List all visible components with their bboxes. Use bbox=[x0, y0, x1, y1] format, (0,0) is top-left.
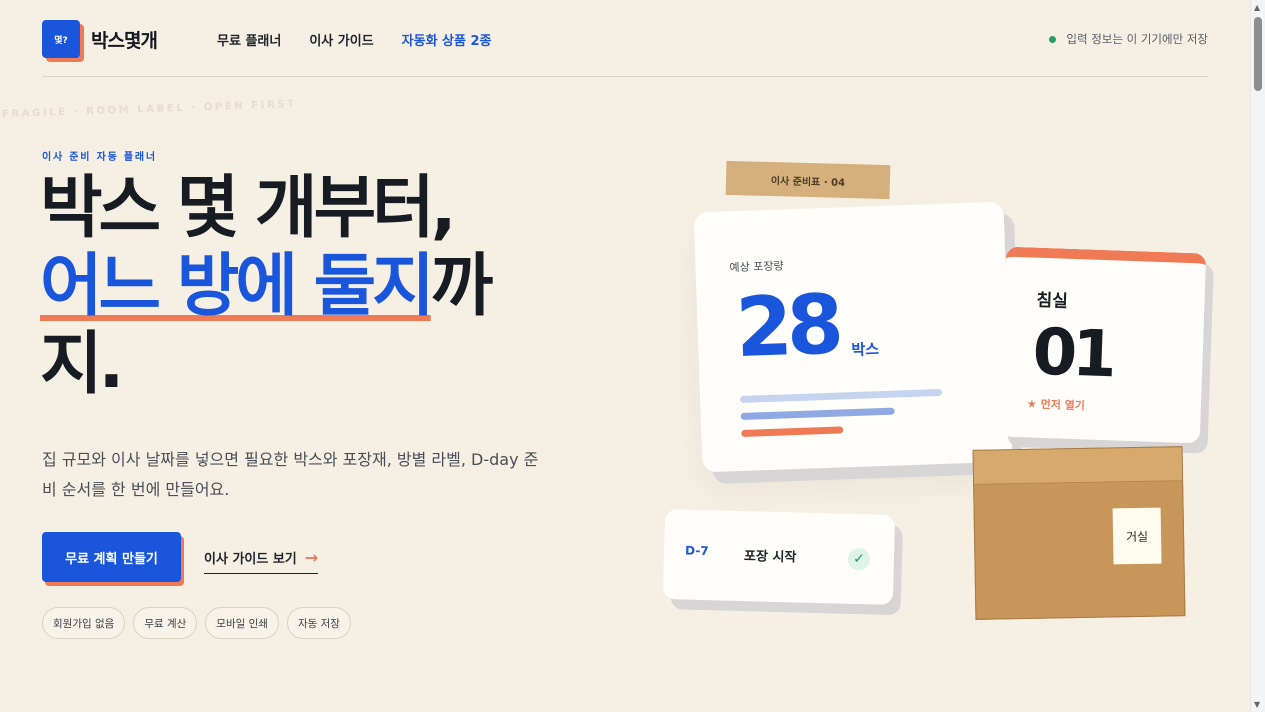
tape-label: 이사 준비표 · 04 bbox=[725, 160, 891, 200]
nav-free-planner[interactable]: 무료 플래너 bbox=[217, 30, 281, 49]
hero-description: 집 규모와 이사 날짜를 넣으면 필요한 박스와 포장재, 방별 라벨, D-d… bbox=[42, 450, 539, 499]
create-plan-button[interactable]: 무료 계획 만들기 bbox=[42, 532, 181, 582]
check-icon: ✓ bbox=[847, 547, 871, 571]
cardboard-box: 거실 bbox=[972, 446, 1186, 620]
open-first-badge: ★ 먼저 열기 bbox=[1026, 397, 1086, 413]
save-note-text: 입력 정보는 이 기기에만 저장 bbox=[1066, 32, 1208, 46]
logo-mark[interactable]: 몇? bbox=[42, 20, 80, 58]
task-dday: D-7 bbox=[684, 543, 709, 559]
estimate-label: 예상 포장량 bbox=[729, 259, 784, 275]
progress-bar-2 bbox=[740, 407, 895, 420]
watermark-text: FRAGILE · ROOM LABEL · OPEN FIRST bbox=[1, 98, 297, 121]
arrow-right-icon: → bbox=[304, 547, 319, 567]
box-room-label: 거실 bbox=[1112, 507, 1162, 565]
room-label-card: 침실 01 ★ 먼저 열기 bbox=[999, 246, 1207, 444]
nav-automation-products[interactable]: 자동화 상품 2종 bbox=[402, 30, 492, 49]
chip-no-signup: 회원가입 없음 bbox=[42, 607, 126, 639]
logo-text[interactable]: 박스몇개 bbox=[91, 26, 158, 53]
progress-bar-1 bbox=[739, 388, 943, 403]
hero-headline: 박스 몇 개부터, 어느 방에 둘지까지. bbox=[40, 170, 540, 404]
main-nav: 무료 플래너 이사 가이드 자동화 상품 2종 bbox=[217, 30, 492, 49]
progress-bar-3 bbox=[741, 426, 844, 437]
view-guide-link[interactable]: 이사 가이드 보기 → bbox=[204, 547, 319, 574]
local-save-note: 입력 정보는 이 기기에만 저장 bbox=[1049, 31, 1208, 47]
headline-line1: 박스 몇 개부터, bbox=[40, 169, 457, 248]
scroll-up-icon[interactable]: ▲ bbox=[1254, 3, 1260, 12]
page-scrollbar[interactable]: ▲ ▼ bbox=[1250, 0, 1265, 712]
room-number: 01 bbox=[1031, 315, 1113, 393]
nav-moving-guide[interactable]: 이사 가이드 bbox=[309, 30, 373, 49]
task-label: 포장 시작 bbox=[743, 549, 797, 566]
view-guide-label: 이사 가이드 보기 bbox=[204, 552, 297, 567]
status-dot-icon bbox=[1049, 35, 1057, 43]
chip-mobile-print: 모바일 인쇄 bbox=[205, 607, 279, 639]
room-name: 침실 bbox=[1036, 290, 1069, 312]
feature-chips: 회원가입 없음 무료 계산 모바일 인쇄 자동 저장 bbox=[42, 607, 351, 639]
estimate-card: 예상 포장량 28 박스 bbox=[693, 201, 1013, 473]
estimate-unit: 박스 bbox=[851, 340, 880, 360]
box-flap bbox=[973, 447, 1183, 485]
task-card: D-7 포장 시작 ✓ bbox=[662, 509, 896, 605]
scroll-down-icon[interactable]: ▼ bbox=[1254, 700, 1260, 709]
site-header: 몇? 박스몇개 무료 플래너 이사 가이드 자동화 상품 2종 입력 정보는 이… bbox=[42, 0, 1208, 77]
chip-auto-save: 자동 저장 bbox=[286, 607, 351, 639]
estimate-value: 28 bbox=[733, 277, 840, 377]
hero-eyebrow: 이사 준비 자동 플래너 bbox=[42, 152, 157, 163]
chip-free-calc: 무료 계산 bbox=[133, 607, 198, 639]
scroll-thumb[interactable] bbox=[1254, 17, 1262, 91]
headline-highlight: 어느 방에 둘지 bbox=[40, 247, 435, 326]
